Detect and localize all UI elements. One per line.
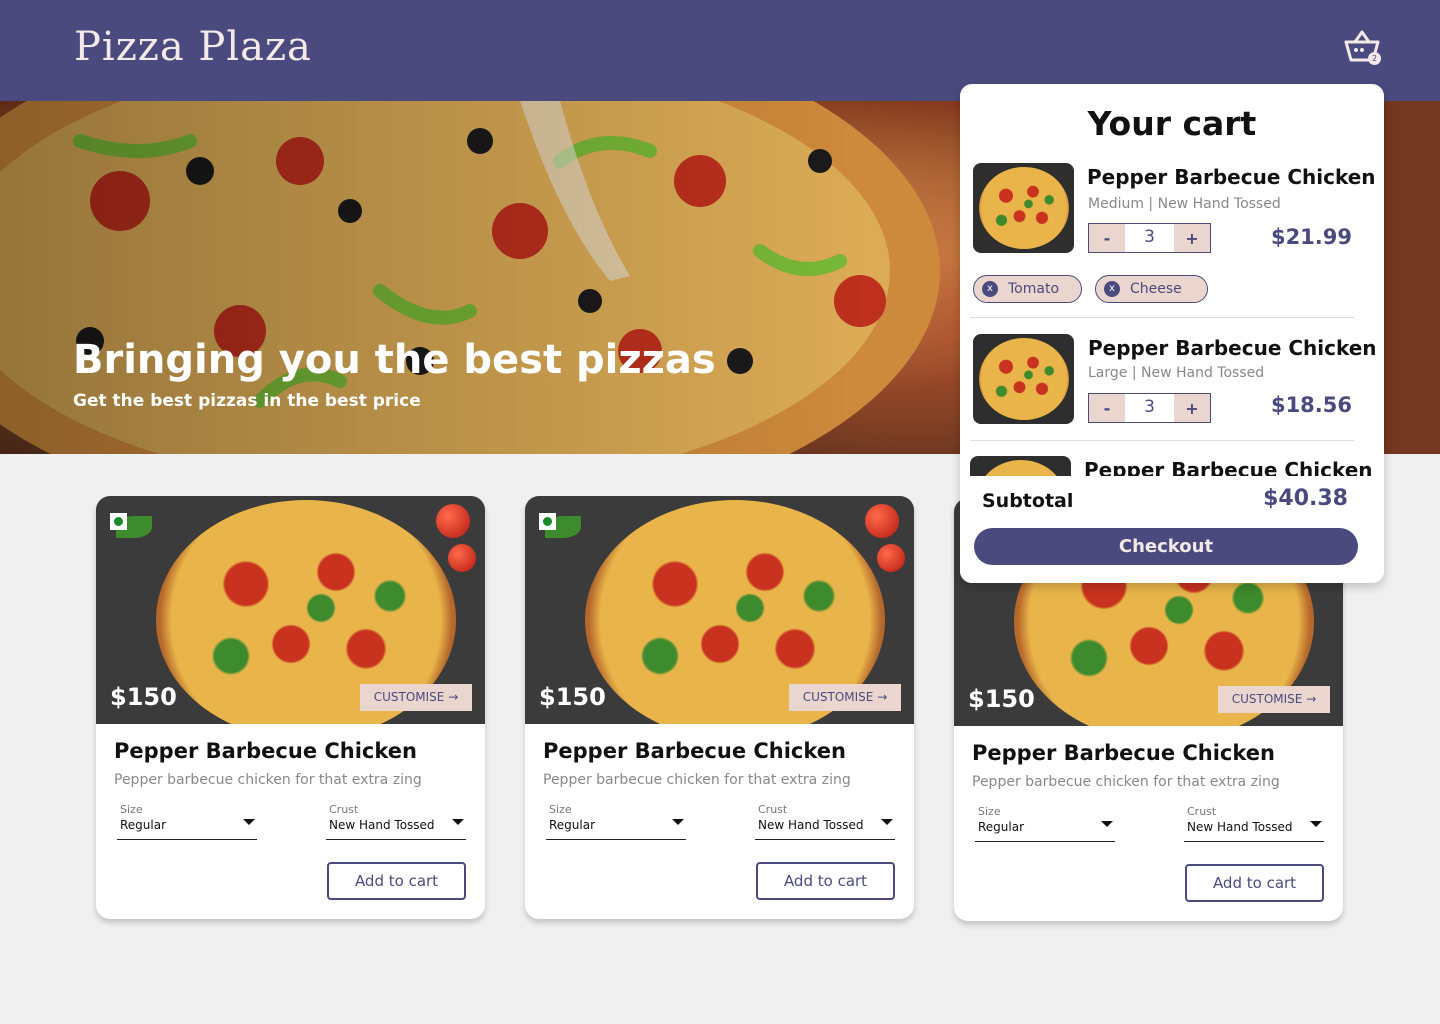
- caret-down-icon: [243, 819, 255, 825]
- crust-select[interactable]: Crust New Hand Tossed: [326, 803, 466, 840]
- topping-chip-tomato[interactable]: x Tomato: [973, 275, 1082, 303]
- product-card: $150 CUSTOMISE → Pepper Barbecue Chicken…: [96, 496, 485, 919]
- size-select[interactable]: Size Regular: [975, 805, 1115, 842]
- cart-count-badge: 2: [1368, 52, 1381, 65]
- topping-chip-cheese[interactable]: x Cheese: [1095, 275, 1208, 303]
- size-label: Size: [120, 803, 143, 816]
- crust-select[interactable]: Crust New Hand Tossed: [1184, 805, 1324, 842]
- remove-icon[interactable]: x: [1104, 281, 1120, 297]
- cart-item-image: [973, 163, 1074, 253]
- customise-button[interactable]: CUSTOMISE →: [789, 684, 901, 711]
- cart-button[interactable]: 2: [1342, 28, 1384, 68]
- cart-panel: Your cart Pepper Barbecue Chicken Medium…: [960, 84, 1384, 583]
- size-value: Regular: [978, 820, 1025, 834]
- crust-select[interactable]: Crust New Hand Tossed: [755, 803, 895, 840]
- topping-label: Cheese: [1130, 281, 1182, 297]
- subtotal-value: $40.38: [1263, 486, 1348, 511]
- cart-item-options: Large | New Hand Tossed: [1088, 365, 1265, 381]
- topping-label: Tomato: [1008, 281, 1060, 297]
- cart-item-price: $21.99: [1270, 225, 1352, 249]
- checkout-button[interactable]: Checkout: [974, 528, 1358, 565]
- size-label: Size: [978, 805, 1001, 818]
- cart-item-options: Medium | New Hand Tossed: [1088, 196, 1281, 212]
- divider: [970, 440, 1354, 441]
- decrement-button[interactable]: -: [1089, 394, 1125, 422]
- crust-value: New Hand Tossed: [329, 818, 435, 832]
- add-to-cart-button[interactable]: Add to cart: [756, 862, 895, 900]
- product-title: Pepper Barbecue Chicken: [972, 741, 1275, 765]
- size-select[interactable]: Size Regular: [117, 803, 257, 840]
- decrement-button[interactable]: -: [1089, 224, 1125, 252]
- customise-button[interactable]: CUSTOMISE →: [360, 684, 472, 711]
- caret-down-icon: [672, 819, 684, 825]
- cart-item-image: [973, 334, 1074, 424]
- product-title: Pepper Barbecue Chicken: [543, 739, 846, 763]
- size-value: Regular: [549, 818, 596, 832]
- divider: [970, 317, 1354, 318]
- size-value: Regular: [120, 818, 167, 832]
- crust-label: Crust: [1187, 805, 1217, 818]
- product-description: Pepper barbecue chicken for that extra z…: [114, 772, 422, 788]
- size-select[interactable]: Size Regular: [546, 803, 686, 840]
- product-price: $150: [539, 683, 606, 711]
- quantity-value: 3: [1144, 397, 1155, 417]
- crust-label: Crust: [329, 803, 359, 816]
- crust-label: Crust: [758, 803, 788, 816]
- product-description: Pepper barbecue chicken for that extra z…: [543, 772, 851, 788]
- caret-down-icon: [452, 819, 464, 825]
- subtotal-label: Subtotal: [982, 490, 1074, 512]
- product-card: $150 CUSTOMISE → Pepper Barbecue Chicken…: [525, 496, 914, 919]
- quantity-stepper: - 3 +: [1088, 223, 1211, 253]
- hero-title: Bringing you the best pizzas: [73, 337, 716, 383]
- crust-value: New Hand Tossed: [1187, 820, 1293, 834]
- caret-down-icon: [1310, 821, 1322, 827]
- add-to-cart-button[interactable]: Add to cart: [1185, 864, 1324, 902]
- crust-value: New Hand Tossed: [758, 818, 864, 832]
- cart-item: Pepper Barbecue Chicken Medium | New Han…: [960, 163, 1384, 313]
- product-title: Pepper Barbecue Chicken: [114, 739, 417, 763]
- product-description: Pepper barbecue chicken for that extra z…: [972, 774, 1280, 790]
- increment-button[interactable]: +: [1174, 224, 1210, 252]
- cart-item-price: $18.56: [1270, 393, 1352, 417]
- cart-footer: Subtotal $40.38 Checkout: [960, 476, 1384, 583]
- hero-subtitle: Get the best pizzas in the best price: [73, 391, 421, 411]
- veg-indicator-icon: [539, 513, 556, 530]
- cart-title: Your cart: [1087, 104, 1257, 143]
- cart-item-name: Pepper Barbecue Chicken: [1088, 336, 1377, 360]
- add-to-cart-button[interactable]: Add to cart: [327, 862, 466, 900]
- veg-indicator-icon: [110, 513, 127, 530]
- customise-button[interactable]: CUSTOMISE →: [1218, 686, 1330, 713]
- quantity-stepper: - 3 +: [1088, 393, 1211, 423]
- cart-item-name: Pepper Barbecue Chicken: [1087, 165, 1376, 189]
- remove-icon[interactable]: x: [982, 281, 998, 297]
- increment-button[interactable]: +: [1174, 394, 1210, 422]
- caret-down-icon: [1101, 821, 1113, 827]
- quantity-value: 3: [1144, 227, 1155, 247]
- product-price: $150: [110, 683, 177, 711]
- product-price: $150: [968, 685, 1035, 713]
- caret-down-icon: [881, 819, 893, 825]
- size-label: Size: [549, 803, 572, 816]
- brand-logo[interactable]: Pizza Plaza: [74, 24, 312, 70]
- cart-item: Pepper Barbecue Chicken Large | New Hand…: [960, 334, 1384, 429]
